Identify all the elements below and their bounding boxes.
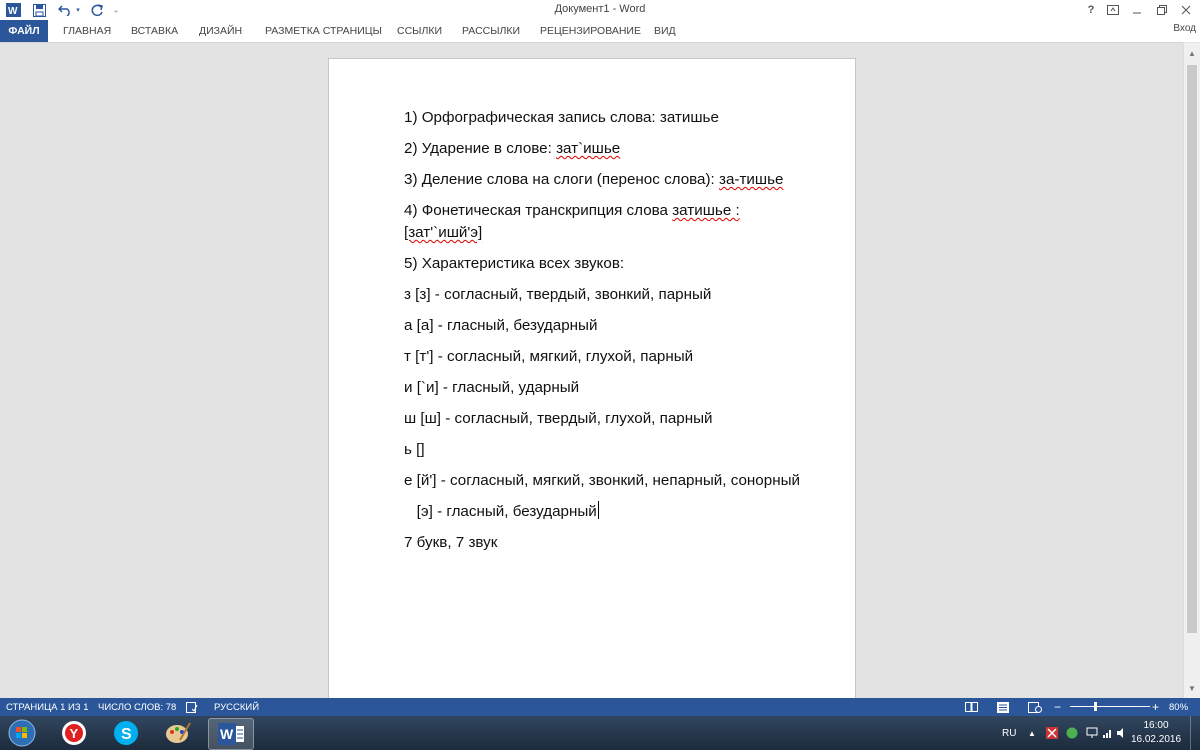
tab-review[interactable]: РЕЦЕНЗИРОВАНИЕ bbox=[540, 20, 641, 42]
document-body[interactable]: 1) Орфографическая запись слова: затишье… bbox=[404, 107, 834, 563]
doc-sound-line: е [й'] - согласный, мягкий, звонкий, неп… bbox=[404, 472, 800, 489]
print-layout-icon[interactable] bbox=[997, 698, 1009, 716]
start-icon[interactable] bbox=[2, 718, 42, 748]
help-icon[interactable]: ? bbox=[1081, 2, 1101, 18]
scroll-thumb[interactable] bbox=[1187, 65, 1197, 633]
sign-in-link[interactable]: Вход bbox=[1173, 23, 1196, 34]
doc-paragraph-2: 2) Ударение в слове: зат`ишье bbox=[404, 138, 834, 160]
word-count[interactable]: ЧИСЛО СЛОВ: 78 bbox=[98, 698, 176, 716]
web-layout-icon[interactable] bbox=[1028, 698, 1042, 716]
language-indicator[interactable]: РУССКИЙ bbox=[214, 698, 259, 716]
spelling-error-word[interactable]: зат`ишье bbox=[556, 140, 620, 157]
paint-icon[interactable] bbox=[156, 718, 200, 748]
spelling-error-word[interactable]: [зат'`ишй'э] bbox=[404, 224, 482, 241]
clock-date: 16.02.2016 bbox=[1130, 734, 1182, 745]
word-taskbar-icon[interactable]: W bbox=[208, 718, 254, 750]
zoom-slider-track[interactable] bbox=[1070, 706, 1150, 707]
volume-icon[interactable] bbox=[1116, 716, 1128, 750]
doc-paragraph-5: 5) Характеристика всех звуков: bbox=[404, 255, 625, 272]
doc-sound-line: а [а] - гласный, безударный bbox=[404, 317, 598, 334]
tab-insert[interactable]: ВСТАВКА bbox=[131, 20, 178, 42]
minimize-icon[interactable] bbox=[1127, 2, 1147, 18]
doc-text: 3) Деление слова на слоги (перенос слова… bbox=[404, 171, 719, 188]
restore-icon[interactable] bbox=[1152, 2, 1172, 18]
close-icon[interactable] bbox=[1176, 2, 1196, 18]
document-title: Документ1 - Word bbox=[554, 3, 646, 15]
spelling-error-word[interactable]: затишье : bbox=[672, 202, 740, 219]
title-bar: W ▾ ₌ Документ1 - Word ? bbox=[0, 0, 1200, 20]
tray-flag-icon[interactable] bbox=[1086, 716, 1098, 750]
tray-expand-icon[interactable]: ▲ bbox=[1028, 716, 1036, 750]
yandex-icon[interactable]: Y bbox=[52, 718, 96, 748]
doc-paragraph-1: 1) Орфографическая запись слова: затишье bbox=[404, 109, 719, 126]
doc-paragraph-3: 3) Деление слова на слоги (перенос слова… bbox=[404, 169, 834, 191]
text-cursor bbox=[597, 501, 599, 519]
status-bar: СТРАНИЦА 1 ИЗ 1 ЧИСЛО СЛОВ: 78 РУССКИЙ −… bbox=[0, 698, 1200, 716]
skype-icon[interactable]: S bbox=[104, 718, 148, 748]
tab-file[interactable]: ФАЙЛ bbox=[0, 20, 48, 42]
tab-home[interactable]: ГЛАВНАЯ bbox=[63, 20, 111, 42]
vertical-scrollbar[interactable]: ▲ ▼ bbox=[1183, 43, 1200, 698]
doc-text: 4) Фонетическая транскрипция слова bbox=[404, 202, 673, 219]
network-icon[interactable] bbox=[1102, 716, 1114, 750]
tray-app-icon[interactable] bbox=[1046, 716, 1058, 750]
scroll-up-icon[interactable]: ▲ bbox=[1184, 45, 1200, 61]
doc-sound-line: ш [ш] - согласный, твердый, глухой, парн… bbox=[404, 410, 713, 427]
tab-page-layout[interactable]: РАЗМЕТКА СТРАНИЦЫ bbox=[265, 20, 382, 42]
ribbon-tabs: ФАЙЛ ГЛАВНАЯ ВСТАВКА ДИЗАЙН РАЗМЕТКА СТР… bbox=[0, 20, 1200, 42]
tab-design[interactable]: ДИЗАЙН bbox=[199, 20, 242, 42]
document-page[interactable]: 1) Орфографическая запись слова: затишье… bbox=[328, 58, 856, 718]
document-workspace: 1) Орфографическая запись слова: затишье… bbox=[0, 43, 1183, 718]
tab-mailings[interactable]: РАССЫЛКИ bbox=[462, 20, 520, 42]
zoom-level[interactable]: 80% bbox=[1169, 698, 1188, 716]
system-clock[interactable]: 16:00 16.02.2016 bbox=[1128, 719, 1184, 747]
proofing-icon[interactable] bbox=[186, 698, 198, 716]
spelling-error-word[interactable]: за-тишье bbox=[719, 171, 783, 188]
doc-sound-line: з [з] - согласный, твердый, звонкий, пар… bbox=[404, 286, 712, 303]
zoom-out-button[interactable]: − bbox=[1054, 698, 1061, 716]
ribbon-options-icon[interactable] bbox=[1103, 2, 1123, 18]
tab-view[interactable]: ВИД bbox=[654, 20, 676, 42]
page-count[interactable]: СТРАНИЦА 1 ИЗ 1 bbox=[6, 698, 89, 716]
doc-paragraph-4: 4) Фонетическая транскрипция слова затиш… bbox=[404, 200, 834, 244]
svg-text:W: W bbox=[220, 726, 234, 742]
clock-time: 16:00 bbox=[1143, 720, 1169, 731]
read-mode-icon[interactable] bbox=[965, 698, 978, 716]
doc-sound-line: [э] - гласный, безударный bbox=[404, 501, 834, 523]
doc-sound-line: т [т'] - согласный, мягкий, глухой, парн… bbox=[404, 348, 694, 365]
input-language[interactable]: RU bbox=[1002, 716, 1016, 750]
doc-text: [э] - гласный, безударный bbox=[404, 503, 597, 520]
windows-taskbar: Y S W RU ▲ 16:00 16.02.2016 bbox=[0, 716, 1200, 750]
show-desktop-button[interactable] bbox=[1190, 716, 1200, 750]
tray-shield-icon[interactable] bbox=[1066, 716, 1078, 750]
tab-references[interactable]: ССЫЛКИ bbox=[397, 20, 442, 42]
zoom-slider-thumb[interactable] bbox=[1094, 702, 1097, 711]
doc-sound-line: и [`и] - гласный, ударный bbox=[404, 379, 580, 396]
svg-text:Y: Y bbox=[70, 726, 79, 741]
svg-text:S: S bbox=[121, 726, 132, 743]
doc-sound-line: ь [] bbox=[404, 441, 425, 458]
zoom-in-button[interactable]: + bbox=[1152, 698, 1159, 716]
doc-text: 2) Ударение в слове: bbox=[404, 140, 557, 157]
scroll-down-icon[interactable]: ▼ bbox=[1184, 680, 1200, 696]
doc-summary: 7 букв, 7 звук bbox=[404, 534, 498, 551]
